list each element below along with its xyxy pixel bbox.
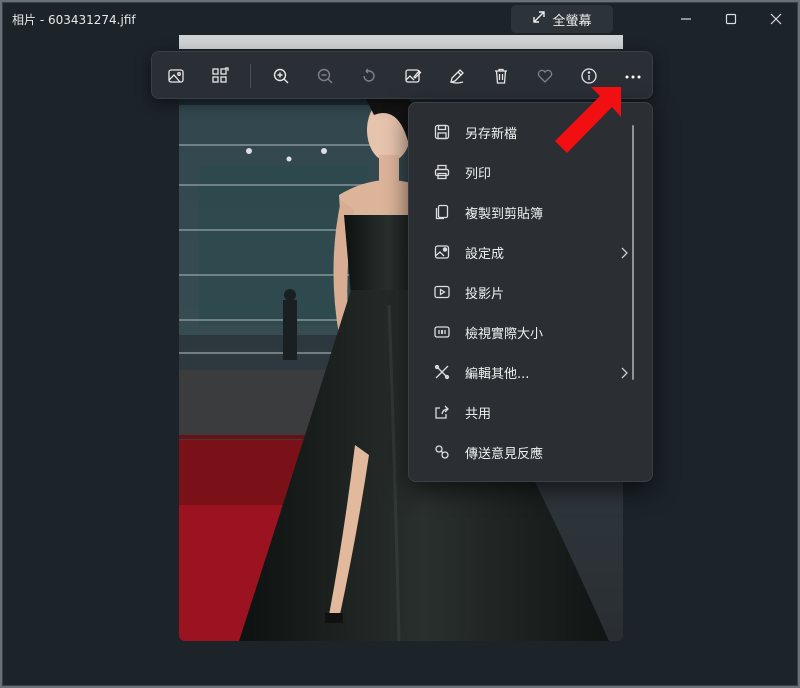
photos-app-window: 相片 - 603431274.jfif 全螢幕 另存新檔 列印 複製到剪貼簿 設… [2,2,798,686]
expand-icon [532,10,546,28]
gallery-button[interactable] [204,60,236,92]
image-icon [168,69,184,83]
maximize-button[interactable] [708,3,754,35]
zoom-in-icon [273,68,289,84]
actual-size-icon [433,323,451,341]
markup-button[interactable] [441,60,473,92]
view-image-button[interactable] [160,60,192,92]
delete-button[interactable] [485,60,517,92]
slideshow-icon [433,283,451,301]
set-as-icon [433,243,451,261]
menu-item-print[interactable]: 列印 [413,154,650,190]
maximize-icon [725,13,737,25]
menu-item-label: 編輯其他... [465,367,530,382]
zoom-in-button[interactable] [265,60,297,92]
minimize-button[interactable] [663,3,709,35]
menu-item-label: 另存新檔 [465,127,518,142]
menu-item-label: 傳送意見反應 [465,447,544,462]
menu-item-label: 檢視實際大小 [465,327,544,342]
window-title: 相片 - 603431274.jfif [12,13,136,27]
rotate-icon [363,68,375,82]
menu-item-share[interactable]: 共用 [413,394,650,430]
more-options-menu: 另存新檔 列印 複製到剪貼簿 設定成 投影片 檢視實際大小 編輯其他... 共用… [408,102,653,482]
menu-item-actual-size[interactable]: 檢視實際大小 [413,314,650,350]
title-bar: 相片 - 603431274.jfif 全螢幕 [3,3,797,35]
gallery-icon [212,67,229,83]
more-icon [625,75,641,79]
menu-item-label: 投影片 [465,287,505,302]
toolbar-separator [250,64,251,88]
edit-image-icon [405,69,422,83]
menu-item-copy[interactable]: 複製到剪貼簿 [413,194,650,230]
zoom-out-icon [317,68,333,84]
info-icon [581,68,597,84]
trash-icon [495,68,507,84]
close-icon [770,13,782,25]
rotate-button[interactable] [353,60,385,92]
fullscreen-button[interactable]: 全螢幕 [511,5,613,33]
menu-item-label: 共用 [465,407,492,422]
zoom-out-button[interactable] [309,60,341,92]
save-icon [433,123,451,141]
menu-item-edit-other[interactable]: 編輯其他... [413,354,650,390]
edit-other-icon [433,363,451,381]
copy-icon [433,203,451,221]
menu-item-set-as[interactable]: 設定成 [413,234,650,270]
chevron-right-icon [618,365,630,379]
edit-image-button[interactable] [397,60,429,92]
close-button[interactable] [753,3,797,35]
menu-scrollbar[interactable] [632,125,634,380]
pen-icon [450,69,464,84]
red-arrow-annotation [555,87,621,153]
feedback-icon [433,443,451,461]
chevron-right-icon [618,245,630,259]
heart-icon [537,69,553,83]
share-icon [433,403,451,421]
printer-icon [433,163,451,181]
minimize-icon [681,18,691,20]
menu-item-label: 複製到剪貼簿 [465,207,544,222]
menu-item-feedback[interactable]: 傳送意見反應 [413,434,650,470]
menu-item-slideshow[interactable]: 投影片 [413,274,650,310]
menu-item-label: 設定成 [465,247,505,262]
menu-item-label: 列印 [465,167,492,182]
fullscreen-label: 全螢幕 [552,13,592,29]
